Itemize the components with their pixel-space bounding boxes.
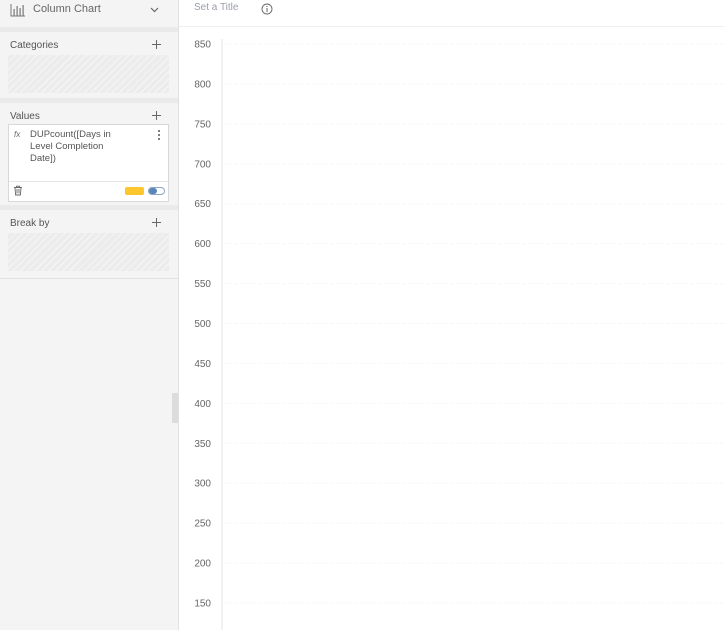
info-icon[interactable] [261,3,273,15]
value-item[interactable]: fx DUPcount([Days in Level Completion Da… [8,124,169,202]
chart-type-selector[interactable]: Column Chart [0,0,178,22]
add-break-by-icon[interactable] [151,217,162,228]
gridlines [222,43,724,604]
bar-chart-icon [10,4,25,17]
categories-title: Categories [10,40,59,51]
chart-title-placeholder[interactable]: Set a Title [194,2,238,13]
break-by-drop-zone[interactable] [8,233,169,271]
section-divider [0,278,178,279]
chevron-down-icon[interactable] [149,4,160,15]
y-tick-label: 400 [194,399,211,410]
y-tick-label: 150 [194,599,211,610]
y-tick-label: 300 [194,479,211,490]
value-toggle[interactable] [148,187,165,195]
break-by-section: Break by [0,210,178,278]
trash-icon[interactable] [13,185,23,196]
toggle-knob [149,188,157,194]
y-tick-label: 550 [194,279,211,290]
y-tick-label: 600 [194,239,211,250]
y-tick-label: 650 [194,199,211,210]
y-tick-label: 450 [194,359,211,370]
y-tick-label: 750 [194,119,211,130]
categories-drop-zone[interactable] [8,55,169,93]
column-chart: 850 800 750 700 650 600 550 500 450 400 350 300 250 2… [194,39,724,630]
data-panel: Column Chart Categories Values fx DUPcou… [0,0,178,630]
panel-resize-handle[interactable] [172,393,178,423]
y-tick-label: 700 [194,159,211,170]
chart-type-label: Column Chart [33,3,101,15]
values-section: Values fx DUPcount([Days in Level Comple… [0,103,178,205]
y-tick-label: 350 [194,439,211,450]
add-category-icon[interactable] [151,39,162,50]
y-tick-label: 200 [194,559,211,570]
y-axis-ticks: 850 800 750 700 650 600 550 500 450 400 350 300 250 2… [194,40,211,610]
series-color-swatch[interactable] [125,187,144,195]
fx-icon: fx [14,130,21,139]
y-tick-label: 500 [194,319,211,330]
y-tick-label: 800 [194,79,211,90]
add-value-icon[interactable] [151,110,162,121]
values-title: Values [10,111,40,122]
categories-section: Categories [0,32,178,98]
y-tick-label: 850 [194,40,211,51]
more-options-icon[interactable] [155,129,163,141]
y-tick-label: 250 [194,519,211,530]
value-item-label[interactable]: DUPcount([Days in Level Completion Date]… [30,129,128,165]
card-divider [9,181,168,182]
break-by-title: Break by [10,218,50,229]
